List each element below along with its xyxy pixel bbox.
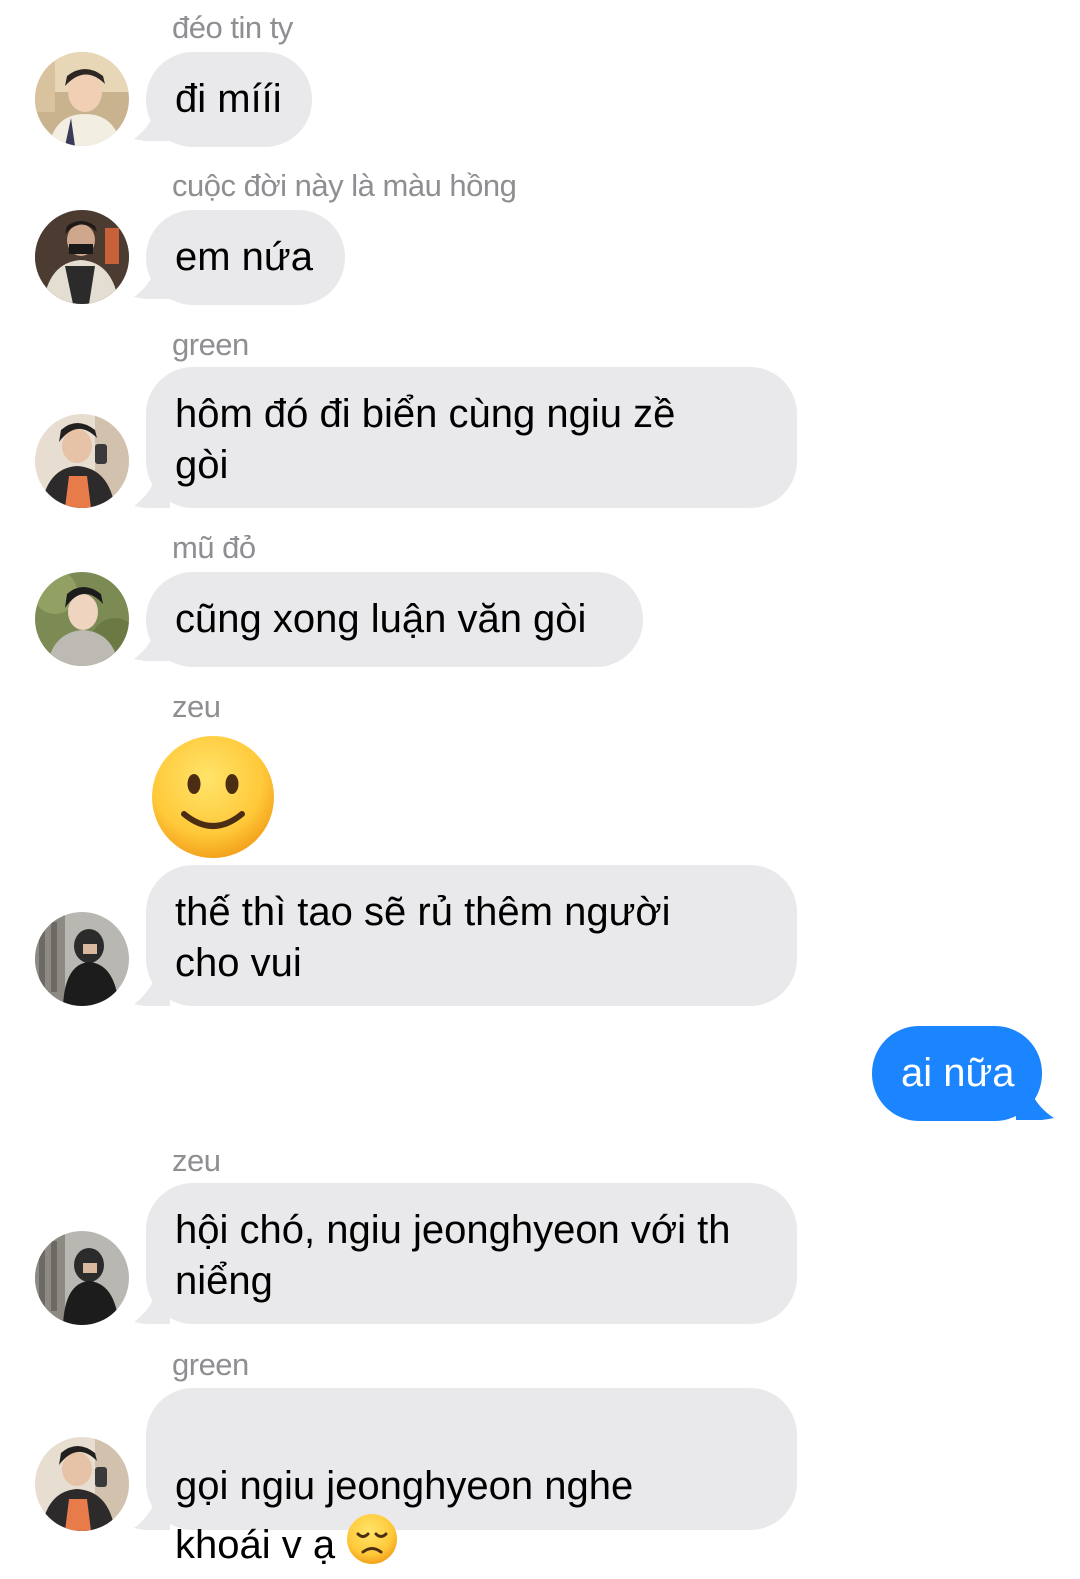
slightly-smiling-face-emoji[interactable] (150, 734, 276, 860)
message-bubble[interactable]: hội chó, ngiu jeonghyeon với th niểng (146, 1183, 797, 1324)
message-bubble[interactable]: gọi ngiu jeonghyeon nghe khoái v ạ (146, 1388, 797, 1567)
message-text: gọi ngiu jeonghyeon nghe khoái v ạ (175, 1464, 634, 1567)
avatar[interactable] (35, 1437, 129, 1531)
avatar-photo (35, 912, 129, 1006)
sender-name: cuộc đời này là màu hồng (172, 168, 517, 203)
disappointed-face-emoji (345, 1512, 399, 1579)
message-bubble[interactable]: đi mííi (146, 52, 312, 147)
message-bubble[interactable]: em nứa (146, 210, 345, 305)
avatar[interactable] (35, 1231, 129, 1325)
outgoing-message-bubble[interactable]: ai nữa (872, 1026, 1042, 1121)
message-bubble[interactable]: thế thì tao sẽ rủ thêm người cho vui (146, 865, 797, 1006)
avatar-photo (35, 52, 129, 146)
sender-name: zeu (172, 1143, 221, 1178)
sender-name: zeu (172, 689, 221, 724)
disappointed-face-icon (347, 1514, 398, 1564)
avatar-photo (35, 1231, 129, 1325)
message-bubble[interactable]: hôm đó đi biển cùng ngiu zề gòi (146, 367, 797, 508)
avatar[interactable] (35, 52, 129, 146)
slightly-smiling-face-icon (152, 736, 274, 858)
avatar-photo (35, 572, 129, 666)
avatar-photo (35, 1437, 129, 1531)
avatar-photo (35, 414, 129, 508)
avatar[interactable] (35, 414, 129, 508)
sender-name: mũ đỏ (172, 530, 256, 565)
sender-name: green (172, 1347, 249, 1382)
avatar[interactable] (35, 210, 129, 304)
sender-name: green (172, 327, 249, 362)
avatar[interactable] (35, 912, 129, 1006)
avatar[interactable] (35, 572, 129, 666)
message-bubble[interactable]: cũng xong luận văn gòi (146, 572, 643, 667)
avatar-photo (35, 210, 129, 304)
sender-name: đéo tin ty (172, 10, 293, 45)
